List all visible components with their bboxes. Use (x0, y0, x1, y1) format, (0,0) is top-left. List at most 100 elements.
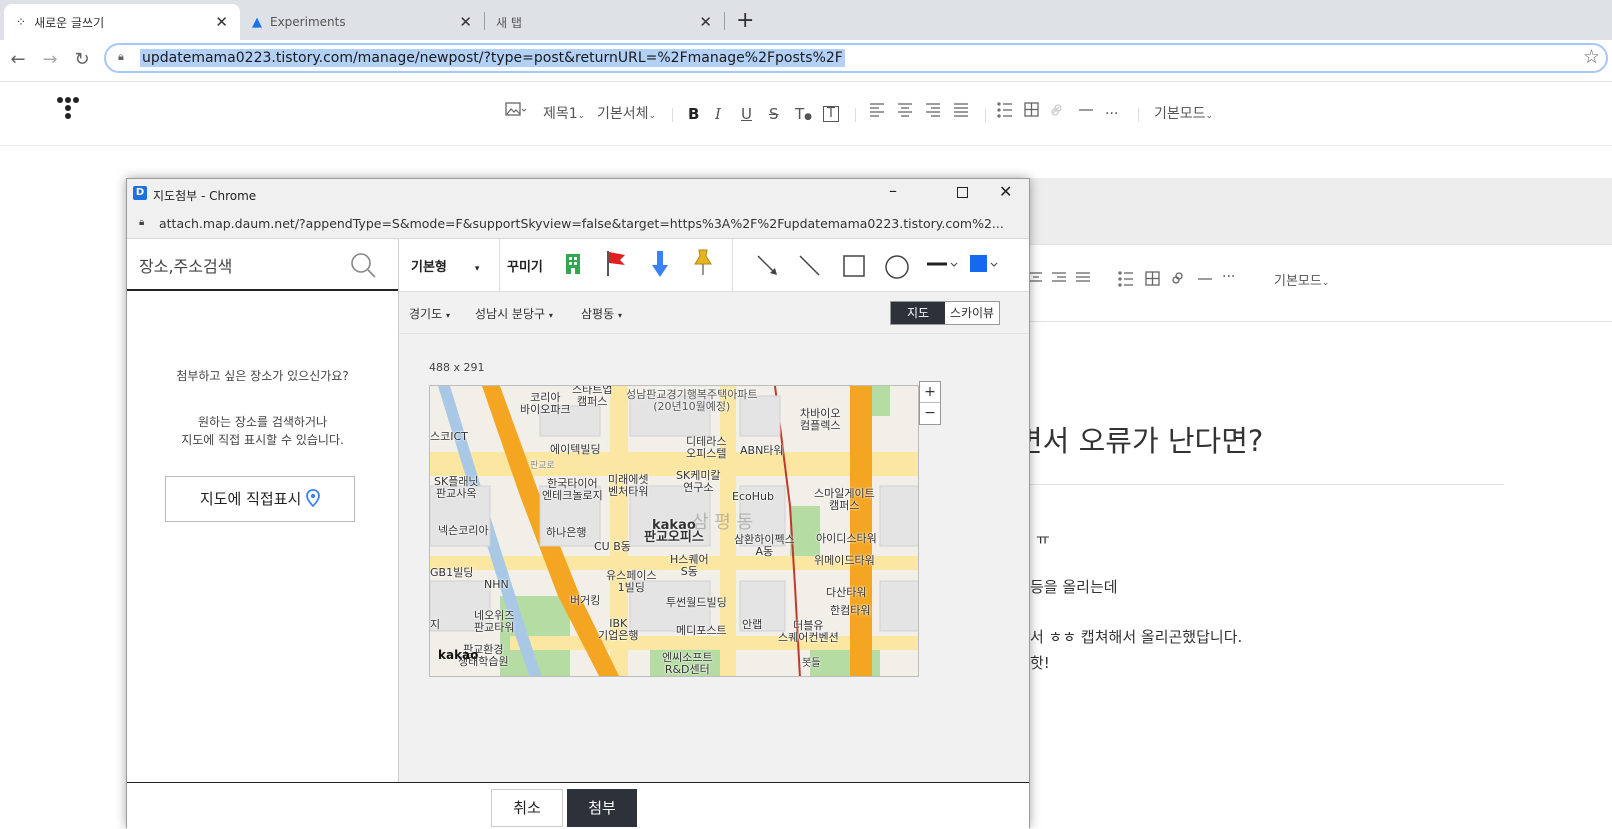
popup-url-text: attach.map.daum.net/?appendType=S&mode=F… (159, 216, 1004, 231)
map-label: 판교로 (530, 461, 555, 471)
map-label: 엔씨소프트 R&D센터 (662, 651, 713, 676)
underline-button[interactable]: U (741, 102, 752, 126)
reload-icon[interactable]: ↻ (70, 48, 94, 72)
map-label: 성남판교경기행복주택아파트 (20년10월예정) (626, 388, 758, 413)
bookmark-star-icon[interactable]: ☆ (1583, 46, 1600, 68)
close-icon[interactable]: ✕ (999, 182, 1012, 201)
divider (499, 239, 500, 291)
tab-new-post[interactable]: ⁘ 새로운 글쓰기 ✕ (4, 4, 240, 40)
direct-mark-button[interactable]: 지도에 직접표시 (165, 476, 355, 522)
daum-favicon-icon: D (133, 186, 147, 200)
decorate-label: 꾸미기 (507, 260, 543, 275)
lock-icon: 🔒︎ (139, 217, 145, 228)
flag-icon[interactable] (605, 249, 627, 277)
region-breadcrumb: 경기도 ▾ 성남시 분당구 ▾ 삼평동 ▾ 지도 스카이뷰 (399, 292, 1029, 334)
map-label: 버거킹 (570, 594, 601, 607)
minimize-icon[interactable]: – (889, 181, 897, 200)
map-label: 스마일게이트 캠퍼스 (814, 487, 875, 512)
search-panel: 장소,주소검색 첨부하고 싶은 장소가 있으신가요? 원하는 장소를 검색하거나… (127, 239, 399, 782)
map-label: 삼환하이펙스 A동 (734, 533, 795, 558)
province-select[interactable]: 경기도 ▾ (409, 305, 450, 322)
map-label: 코리아 바이오파크 (520, 391, 571, 416)
post-title-text[interactable]: 면서 오류가 난다면? (1016, 418, 1263, 460)
tistory-logo-icon[interactable] (56, 96, 82, 122)
close-icon[interactable]: ✕ (699, 13, 712, 31)
map-label: 하나은행 (546, 526, 587, 539)
omnibox[interactable]: 🔒︎ updatemama0223.tistory.com/manage/new… (104, 43, 1608, 73)
kakao-map-logo: kakao (438, 648, 479, 662)
cancel-button[interactable]: 취소 (491, 789, 563, 827)
search-input[interactable]: 장소,주소검색 (139, 253, 232, 277)
tab-blank[interactable]: 새 탭 ✕ (484, 4, 724, 40)
more-options-button[interactable]: ··· (1222, 269, 1235, 285)
forward-arrow-icon[interactable]: → (38, 48, 62, 72)
back-arrow-icon[interactable]: ← (6, 48, 30, 72)
italic-button[interactable]: I (715, 102, 721, 126)
search-icon[interactable] (349, 251, 377, 279)
map-label: 차바이오 컴플렉스 (800, 407, 841, 432)
pushpin-icon[interactable] (691, 248, 715, 276)
rectangle-icon[interactable] (841, 253, 867, 279)
zoom-in-button[interactable]: + (920, 382, 940, 403)
map-tool-row: 기본형 ▾ 꾸미기 (399, 239, 1029, 292)
prompt-question: 첨부하고 싶은 장소가 있으신가요? (176, 369, 349, 383)
editor-mode-select[interactable]: 기본모드⌄ (1154, 102, 1213, 126)
map-label: 삼 평 동 (692, 512, 754, 533)
map-label: 봇들 (802, 658, 821, 669)
font-select[interactable]: 기본서체⌄ (597, 102, 656, 126)
strikethrough-button[interactable]: S (769, 102, 779, 126)
maximize-icon[interactable] (957, 187, 968, 198)
map-label: IBK 기업은행 (598, 617, 639, 642)
location-pin-icon (306, 489, 320, 508)
arrow-down-icon[interactable] (651, 249, 669, 279)
tab-experiments[interactable]: ▲ Experiments ✕ (240, 4, 484, 40)
zoom-out-button[interactable]: − (920, 403, 940, 424)
editor-mode-select[interactable]: 기본모드⌄ (1274, 270, 1329, 289)
skyview-button[interactable]: 스카이뷰 (945, 302, 999, 324)
district-select[interactable]: 성남시 분당구 ▾ (475, 305, 553, 322)
fill-color-icon[interactable] (969, 253, 1001, 275)
map-label: 안랩 (742, 618, 763, 631)
prompt-line: 원하는 장소를 검색하거나 (197, 415, 328, 429)
map-size-label: 488 x 291 (429, 361, 485, 374)
more-options-button[interactable]: ··· (1105, 102, 1118, 126)
tab-divider (724, 12, 725, 30)
dong-select[interactable]: 삼평동 ▾ (581, 305, 622, 322)
line-icon[interactable] (797, 253, 823, 279)
heading-select[interactable]: 제목1⌄ (543, 102, 585, 126)
divider (672, 108, 673, 122)
map-view-button[interactable]: 지도 (891, 302, 945, 324)
new-tab-button[interactable]: + (736, 8, 754, 33)
bold-button[interactable]: B (688, 102, 699, 126)
address-bar-row: ← → ↻ 🔒︎ updatemama0223.tistory.com/mana… (0, 40, 1612, 82)
title-divider (1030, 484, 1504, 485)
close-icon[interactable]: ✕ (215, 13, 228, 31)
search-box[interactable]: 장소,주소검색 (127, 239, 398, 291)
map-canvas[interactable]: 코리아 바이오파크 스타트업 캠퍼스 성남판교경기행복주택아파트 (20년10월… (429, 385, 919, 677)
map-label: NHN (484, 578, 509, 591)
map-label: 지 (430, 618, 441, 631)
map-label: 스타트업 캠퍼스 (572, 385, 613, 408)
lock-icon: 🔒︎ (118, 50, 124, 63)
map-label: GB1빌딩 (430, 566, 474, 579)
circle-icon[interactable] (883, 253, 911, 281)
zoom-controls: + − (919, 381, 941, 425)
map-label: 메디포스트 (676, 624, 727, 637)
map-label: 넥슨코리아 (438, 524, 489, 537)
text-color-button[interactable]: T● (795, 102, 812, 126)
url-text[interactable]: updatemama0223.tistory.com/manage/newpos… (140, 49, 845, 67)
map-label: 더블유 스퀘어컨벤션 (778, 619, 839, 644)
arrow-line-icon[interactable] (755, 253, 781, 279)
editor-toolbar: 제목1⌄ 기본서체⌄ B I U S T● T ··· 기본모드⌄ (0, 82, 1612, 146)
building-icon[interactable] (564, 252, 582, 276)
line-style-icon[interactable] (927, 257, 959, 273)
close-icon[interactable]: ✕ (459, 13, 472, 31)
tistory-favicon-icon: ⁘ (16, 15, 27, 29)
map-label: H스퀘어 S동 (670, 553, 709, 578)
background-editor-toolbar: ··· 기본모드⌄ (1030, 244, 1612, 322)
image-insert-icon[interactable] (505, 100, 527, 120)
attach-button[interactable]: 첨부 (567, 789, 637, 827)
text-bg-button[interactable]: T (823, 106, 839, 122)
map-style-select[interactable]: 기본형 ▾ (411, 256, 479, 275)
popup-footer: 취소 첨부 (127, 782, 1029, 829)
